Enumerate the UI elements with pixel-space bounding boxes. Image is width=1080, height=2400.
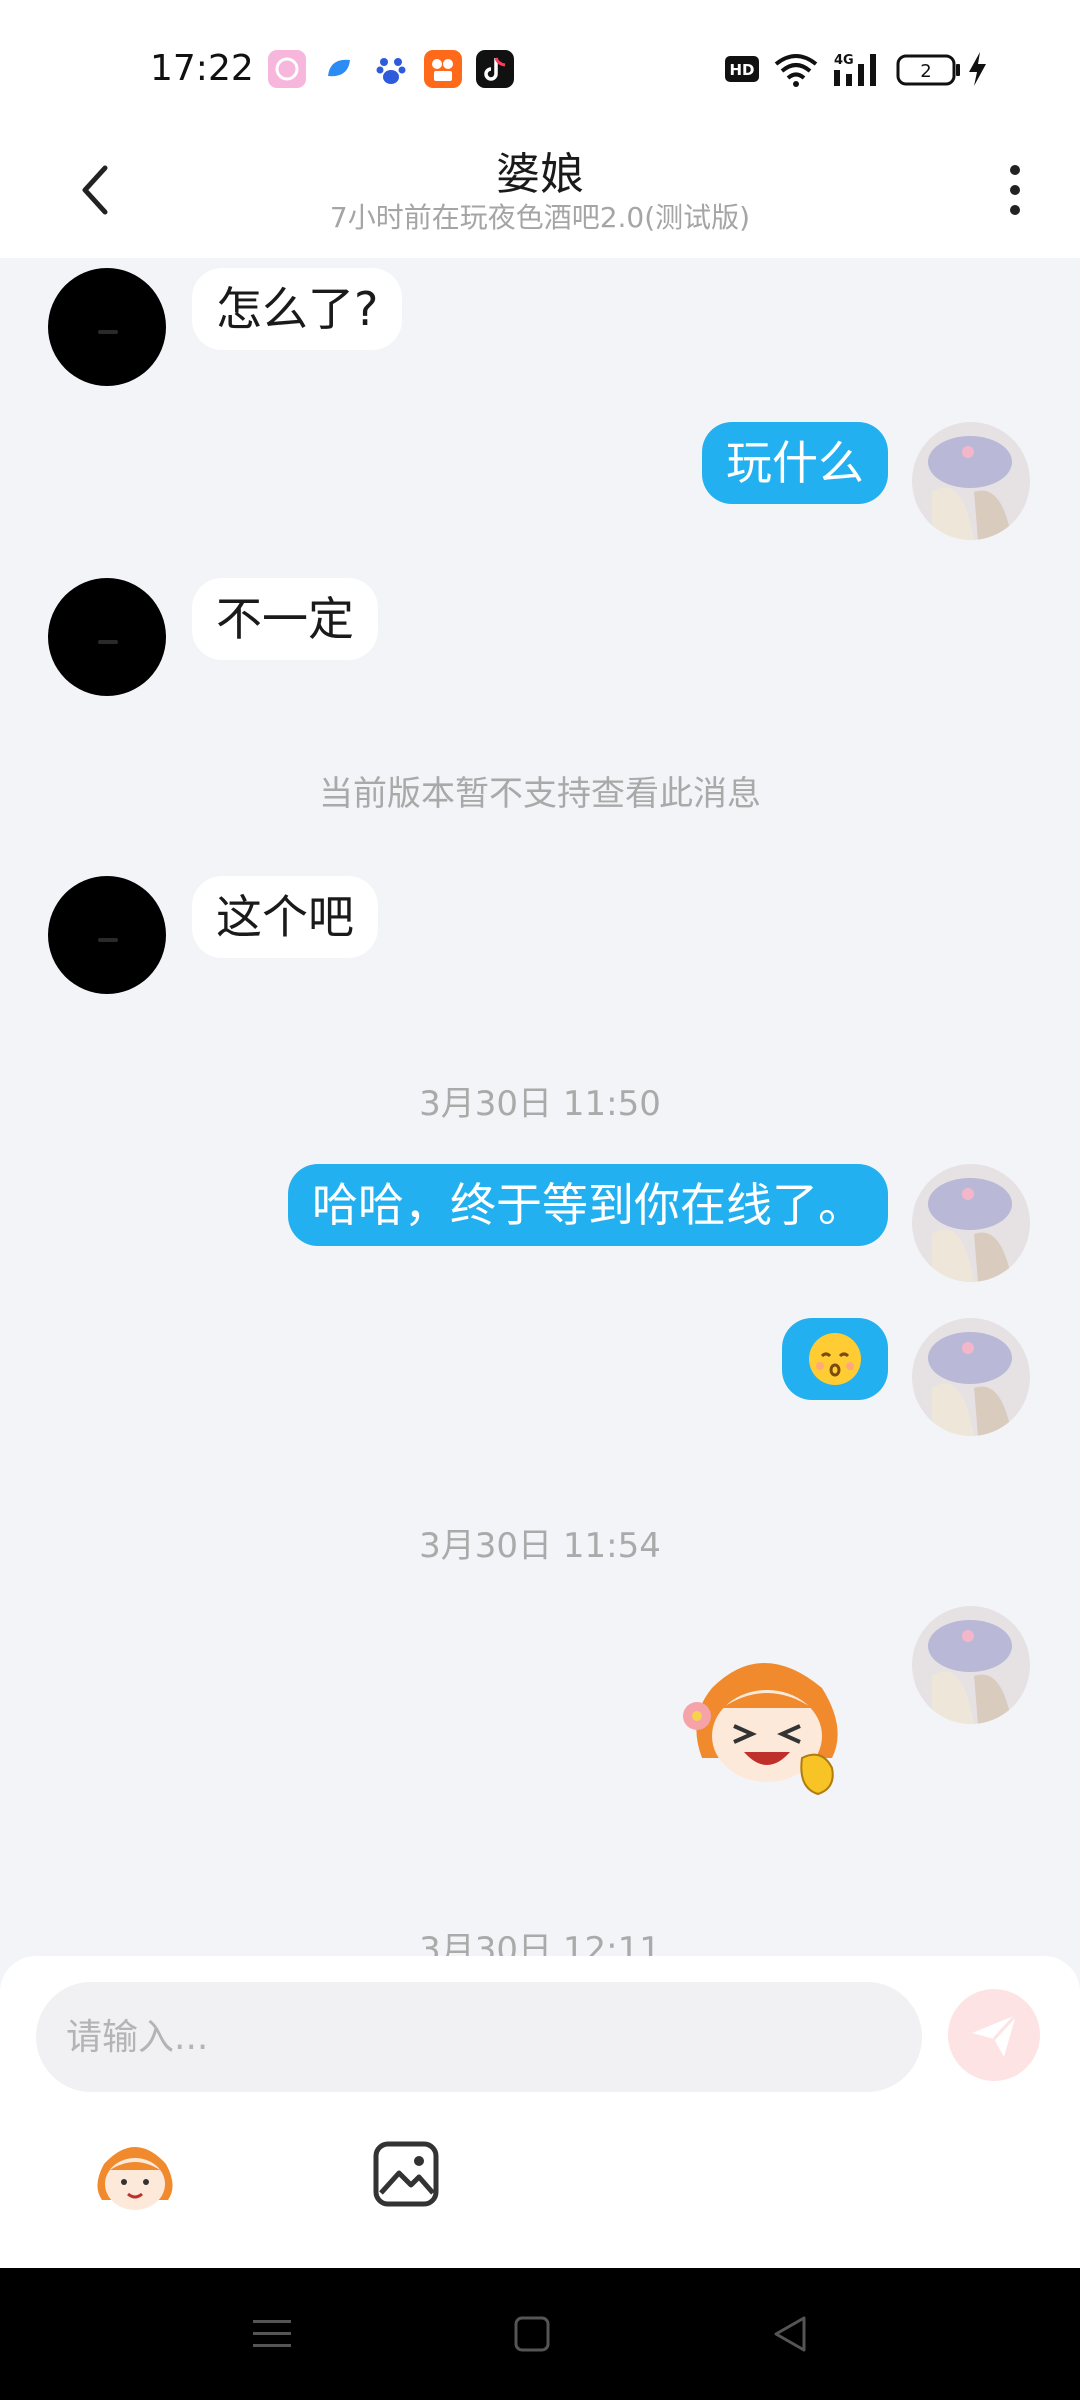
outgoing-emoji-bubble[interactable] (782, 1318, 888, 1400)
image-button[interactable] (366, 2134, 446, 2214)
status-time: 17:22 (150, 48, 254, 89)
outgoing-message-bubble[interactable]: 玩什么 (702, 422, 888, 504)
home-square-icon (514, 2316, 550, 2352)
send-button[interactable] (948, 1989, 1040, 2081)
blue-app-icon (320, 50, 358, 88)
contact-status: 7小时前在玩夜色酒吧2.0(测试版) (329, 201, 751, 234)
input-panel (0, 1956, 1080, 2268)
meitu-app-icon (268, 50, 306, 88)
my-avatar[interactable] (912, 1606, 1030, 1724)
chat-header: 婆娘 7小时前在玩夜色酒吧2.0(测试版) (0, 130, 1080, 258)
hd-icon: HD (724, 50, 760, 88)
home-nav-button[interactable] (492, 2298, 572, 2370)
incoming-message-bubble[interactable]: 怎么了? (192, 268, 403, 350)
incoming-message-bubble[interactable]: 这个吧 (192, 876, 378, 958)
back-nav-button[interactable] (750, 2298, 830, 2370)
my-avatar[interactable] (912, 422, 1030, 540)
menu-nav-button[interactable] (232, 2298, 312, 2370)
kissing-face-emoji (809, 1333, 861, 1385)
system-navigation-bar (0, 2268, 1080, 2400)
contact-name: 婆娘 (496, 149, 584, 200)
sticker-button[interactable] (90, 2134, 180, 2214)
message-timestamp: 3月30日 12:11 (419, 1930, 661, 1958)
svg-text:HD: HD (729, 61, 754, 79)
menu-icon (253, 2320, 291, 2347)
battery-icon: 2 (896, 50, 962, 88)
svg-text:2: 2 (920, 61, 931, 82)
message-input[interactable] (36, 1982, 922, 2092)
contact-avatar[interactable] (48, 578, 166, 696)
sticker-face-icon (97, 2147, 173, 2210)
message-timestamp: 3月30日 11:54 (419, 1526, 661, 1566)
laughing-girl-sticker[interactable] (672, 1648, 862, 1798)
more-options-button[interactable] (990, 150, 1040, 230)
outgoing-message-bubble[interactable]: 哈哈，终于等到你在线了。 (288, 1164, 888, 1246)
incoming-message-bubble[interactable]: 不一定 (192, 578, 378, 660)
message-list[interactable]: 怎么了? 玩什么 不一定 当前版本暂不支持查看此消息 这个吧 3月30日 11:… (0, 258, 1080, 1958)
status-bar: 17:22 HD 4G 2 (0, 0, 1080, 130)
more-vertical-icon (1010, 165, 1020, 215)
signal-icon: 4G (832, 50, 884, 88)
send-icon (972, 2013, 1018, 2057)
contact-avatar[interactable] (48, 268, 166, 386)
kuaishou-app-icon (424, 50, 462, 88)
my-avatar[interactable] (912, 1164, 1030, 1282)
image-icon (373, 2141, 439, 2207)
back-triangle-icon (774, 2316, 806, 2352)
contact-avatar[interactable] (48, 876, 166, 994)
my-avatar[interactable] (912, 1318, 1030, 1436)
baidu-app-icon (372, 50, 410, 88)
message-timestamp: 3月30日 11:50 (419, 1084, 661, 1124)
unsupported-message-notice: 当前版本暂不支持查看此消息 (319, 774, 761, 814)
douyin-app-icon (476, 50, 514, 88)
svg-text:4G: 4G (834, 53, 854, 68)
charging-icon (966, 50, 988, 88)
wifi-icon (772, 50, 820, 88)
